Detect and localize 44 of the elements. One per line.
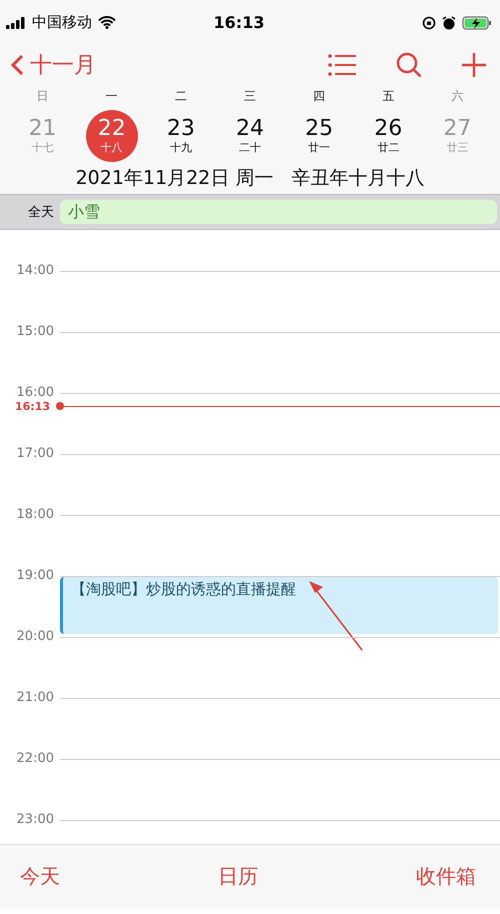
hour-label: 19:00	[16, 567, 54, 585]
full-date: 2021年11月22日 周一 辛丑年十月十八	[74, 166, 426, 191]
weekday-label: 三	[244, 88, 256, 105]
hour-label: 18:00	[16, 506, 54, 524]
hour-label: 17:00	[16, 445, 54, 463]
hour-label: 15:00	[16, 323, 54, 341]
hour-label: 16:00	[16, 384, 54, 402]
calendar-event[interactable]: 【淘股吧】炒股的诱惑的直播提醒	[60, 577, 498, 634]
weekday-label: 四	[313, 88, 326, 105]
hour-label: 23:00	[16, 811, 54, 829]
date-button[interactable]: 21 十七	[16, 110, 69, 162]
wifi-icon	[98, 16, 116, 29]
date-button[interactable]: 26 廿二	[362, 110, 414, 162]
list-view-button[interactable]	[328, 54, 356, 76]
add-button[interactable]	[462, 53, 486, 77]
date-button[interactable]: 22 十八	[86, 110, 138, 162]
rotation-lock-icon	[422, 16, 436, 30]
weekday-label: 五	[382, 88, 394, 105]
hour-label: 20:00	[16, 628, 54, 646]
weekday-label: 一	[106, 88, 118, 105]
date-button[interactable]: 25 廿一	[293, 110, 346, 162]
battery-icon	[462, 16, 492, 30]
weekday-label: 二	[174, 88, 187, 105]
current-time-label: 16:13	[14, 400, 50, 413]
chevron-left-icon	[10, 54, 24, 76]
all-day-label: 全天	[27, 204, 54, 221]
weekday-label: 日	[36, 88, 49, 105]
search-button[interactable]	[396, 52, 422, 78]
signal-icon	[6, 16, 26, 28]
weekday-label: 六	[451, 88, 464, 105]
date-button[interactable]: 23 十九	[154, 110, 207, 162]
tab-button[interactable]: 日历	[218, 863, 258, 890]
back-button[interactable]: 十一月	[10, 50, 96, 80]
date-button[interactable]: 24 二十	[224, 110, 276, 162]
hour-label: 14:00	[16, 262, 54, 280]
all-day-event[interactable]: 小雪	[60, 200, 497, 224]
status-time: 16:13	[212, 13, 266, 32]
hour-label: 21:00	[16, 689, 54, 707]
tab-button[interactable]: 今天	[20, 863, 60, 890]
date-button[interactable]: 27 廿三	[431, 110, 484, 162]
carrier-name: 中国移动	[32, 13, 92, 32]
hour-label: 22:00	[16, 750, 54, 768]
alarm-clock-icon	[442, 16, 456, 30]
tab-button[interactable]: 收件箱	[416, 863, 476, 890]
